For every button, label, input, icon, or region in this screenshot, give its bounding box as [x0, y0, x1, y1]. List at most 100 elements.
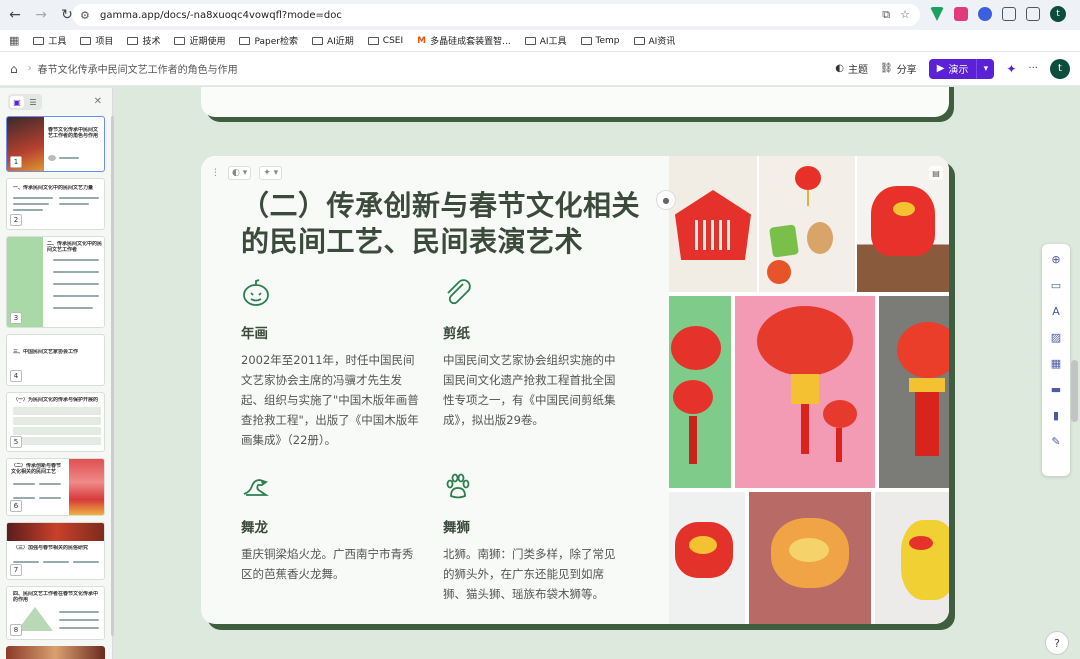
chevron-right-icon: ›: [27, 63, 32, 74]
extension-icon[interactable]: [930, 7, 944, 21]
bookmark-link[interactable]: M 多晶硅成套装置智...: [417, 34, 511, 48]
slide-thumbnail-6[interactable]: （二）传承创新与春节文化相关的民间工艺 6: [6, 458, 105, 516]
slide-thumbnails-panel: ▣ ☰ ✕ 春节文化传承中民间文艺工作者的角色与作用 1 一、传承民间文化中的民…: [0, 88, 114, 659]
slide-thumbnail-3[interactable]: 二、传承民间文化中的民间文艺工作者 3: [6, 236, 105, 328]
bookmark-folder[interactable]: 近期使用: [174, 34, 225, 47]
slide-thumbnail-1[interactable]: 春节文化传承中民间文艺工作者的角色与作用 1: [6, 116, 105, 172]
bookmark-folder[interactable]: AI资讯: [633, 34, 675, 47]
avatar[interactable]: t: [1050, 58, 1070, 79]
gray-lantern-image: [879, 296, 949, 488]
pumpkin-icon: [243, 279, 269, 306]
puzzle-icon[interactable]: [1002, 7, 1016, 21]
item-heading: 年画: [241, 326, 268, 342]
bookmark-folder[interactable]: 项目: [80, 34, 113, 47]
app-header: ⌂ › 春节文化传承中民间文艺工作者的角色与作用 ◐ 主题 ⛓ 分享 ▶ 演示 ▾ ✦…: [0, 52, 1080, 86]
ai-sparkle-icon[interactable]: ✦: [1006, 62, 1016, 76]
extension-icon[interactable]: [954, 7, 968, 21]
bookmark-folder[interactable]: CSEI: [367, 36, 403, 46]
extension-icon[interactable]: [978, 7, 992, 21]
item-jianzhi: 剪纸 中国民间文艺家协会组织实施的中国民间文化遗产抢救工程首批全国性专项之一，有…: [443, 278, 623, 430]
document-canvas: ⋮ ◐ ▾ ✦ ▾ （二）传承创新与春节文化相关的民间工艺、民间表演艺术 年画 …: [114, 87, 1069, 659]
drag-handle-icon[interactable]: ⋮: [211, 168, 220, 178]
main-scrollbar[interactable]: [1071, 360, 1078, 422]
yellow-lion-image: [875, 492, 949, 624]
slide-thumbnail-5[interactable]: （一）为民间文化的传承与保护开展的工作 5: [6, 392, 105, 452]
help-icon[interactable]: ?: [1045, 631, 1069, 655]
pink-lantern-image: [735, 296, 875, 488]
slide-thumbnail-9[interactable]: [6, 646, 105, 659]
item-heading: 剪纸: [443, 326, 470, 342]
bookmark-folder[interactable]: Temp: [580, 36, 620, 46]
bookmarks-bar: ▦ 工具 项目 技术 近期使用 Paper检索 AI近期 CSEI M 多晶硅成套…: [0, 30, 1080, 52]
card-ai-button[interactable]: ✦ ▾: [259, 166, 283, 180]
papercut-house-image: [669, 156, 757, 292]
folder-icon: [367, 36, 379, 45]
share-button[interactable]: ⛓ 分享: [880, 61, 917, 76]
card-add-icon[interactable]: ⊕: [1049, 252, 1063, 266]
list-view-icon[interactable]: ☰: [26, 96, 40, 108]
url-text: gamma.app/docs/-na8xuoqc4vowqfl?mode=doc: [100, 9, 342, 21]
chart-icon[interactable]: ▮: [1049, 408, 1063, 422]
item-heading: 舞龙: [241, 520, 268, 536]
palette-icon: ◐: [835, 63, 844, 74]
content-card: ⋮ ◐ ▾ ✦ ▾ （二）传承创新与春节文化相关的民间工艺、民间表演艺术 年画 …: [201, 156, 949, 624]
image-icon[interactable]: ▨: [1049, 330, 1063, 344]
folder-icon: [580, 36, 592, 45]
image-options-icon[interactable]: ▤: [929, 166, 943, 180]
bookmark-star-icon[interactable]: ☆: [900, 8, 910, 22]
more-horiz-icon[interactable]: ···: [1028, 63, 1038, 74]
home-icon[interactable]: ⌂: [10, 62, 18, 76]
forward-icon[interactable]: →: [30, 4, 52, 26]
item-text: 北狮。南狮：门类多样，除了常见的狮头外，在广东还能见到如席狮、猫头狮、瑶族布袋木…: [443, 547, 616, 601]
theme-button[interactable]: ◐ 主题: [835, 61, 868, 76]
embed-icon[interactable]: ▬: [1049, 382, 1063, 396]
bookmark-folder[interactable]: AI工具: [524, 34, 567, 47]
item-text: 中国民间文艺家协会组织实施的中国民间文化遗产抢救工程首批全国性专项之一，有《中国…: [443, 353, 616, 427]
folder-icon: [174, 36, 186, 45]
site-info-icon[interactable]: ⚙: [80, 9, 98, 22]
sidepanel-icon[interactable]: [1026, 7, 1040, 21]
image-collage[interactable]: [669, 156, 949, 624]
m-logo-icon: M: [417, 35, 427, 46]
table-icon[interactable]: ▦: [1049, 356, 1063, 370]
folder-icon: [311, 36, 323, 45]
text-icon[interactable]: A: [1049, 304, 1063, 318]
dragon-icon: [243, 479, 269, 496]
slide-thumbnail-2[interactable]: 一、传承民间文化中的民间文艺力量 2: [6, 178, 105, 230]
cast-icon[interactable]: ⧉: [882, 8, 890, 22]
item-nianhua: 年画 2002年至2011年，时任中国民间文艺家协会主席的冯骥才先生发起、组织与…: [241, 278, 421, 450]
triangle-graphic: [17, 607, 53, 631]
folder-icon: [80, 36, 92, 45]
play-icon: ▶: [936, 63, 945, 74]
folder-icon: [33, 36, 45, 45]
thumbnail-view-icon[interactable]: ▣: [10, 96, 24, 108]
item-wushi: 舞狮 北狮。南狮：门类多样，除了常见的狮头外，在广东还能见到如席狮、猫头狮、瑶族…: [443, 472, 623, 604]
item-wulong: 舞龙 重庆铜梁焰火龙。广西南宁市青秀区的芭蕉香火龙舞。: [241, 472, 421, 584]
layout-icon[interactable]: ▭: [1049, 278, 1063, 292]
bookmark-folder[interactable]: 工具: [33, 34, 66, 47]
present-button[interactable]: ▶ 演示 ▾: [928, 58, 995, 79]
edit-icon[interactable]: ✎: [1049, 434, 1063, 448]
slide-thumbnail-8[interactable]: 四、民间文艺工作者在春节文化传承中的作用 8: [6, 586, 105, 640]
slide-thumbnail-7[interactable]: （三）加强与春节相关的民俗研究 7: [6, 522, 105, 580]
folder-icon: [524, 36, 536, 45]
comment-icon[interactable]: ●: [656, 190, 676, 210]
back-icon[interactable]: ←: [4, 4, 26, 26]
close-icon[interactable]: ✕: [94, 96, 102, 107]
more-vert-icon[interactable]: ⋮: [1076, 7, 1080, 22]
view-toggle[interactable]: ▣ ☰: [8, 94, 42, 110]
bookmark-folder[interactable]: 技术: [127, 34, 160, 47]
item-heading: 舞狮: [443, 520, 470, 536]
card-style-button[interactable]: ◐ ▾: [228, 166, 252, 180]
address-bar[interactable]: ⚙ gamma.app/docs/-na8xuoqc4vowqfl?mode=d…: [72, 4, 920, 26]
card-title[interactable]: （二）传承创新与春节文化相关的民间工艺、民间表演艺术: [241, 188, 641, 260]
profile-avatar[interactable]: t: [1050, 6, 1066, 22]
bookmark-folder[interactable]: Paper检索: [239, 34, 298, 47]
breadcrumb[interactable]: 春节文化传承中民间文艺工作者的角色与作用: [38, 61, 238, 76]
apps-grid-icon[interactable]: ▦: [9, 34, 19, 47]
pawprint-icon: [446, 473, 470, 499]
bookmark-folder[interactable]: AI近期: [311, 34, 354, 47]
chevron-down-icon[interactable]: ▾: [976, 58, 994, 79]
slide-thumbnail-4[interactable]: 三、中国民间文艺家协会工作 4: [6, 334, 105, 386]
lion-head-image: [669, 492, 745, 624]
